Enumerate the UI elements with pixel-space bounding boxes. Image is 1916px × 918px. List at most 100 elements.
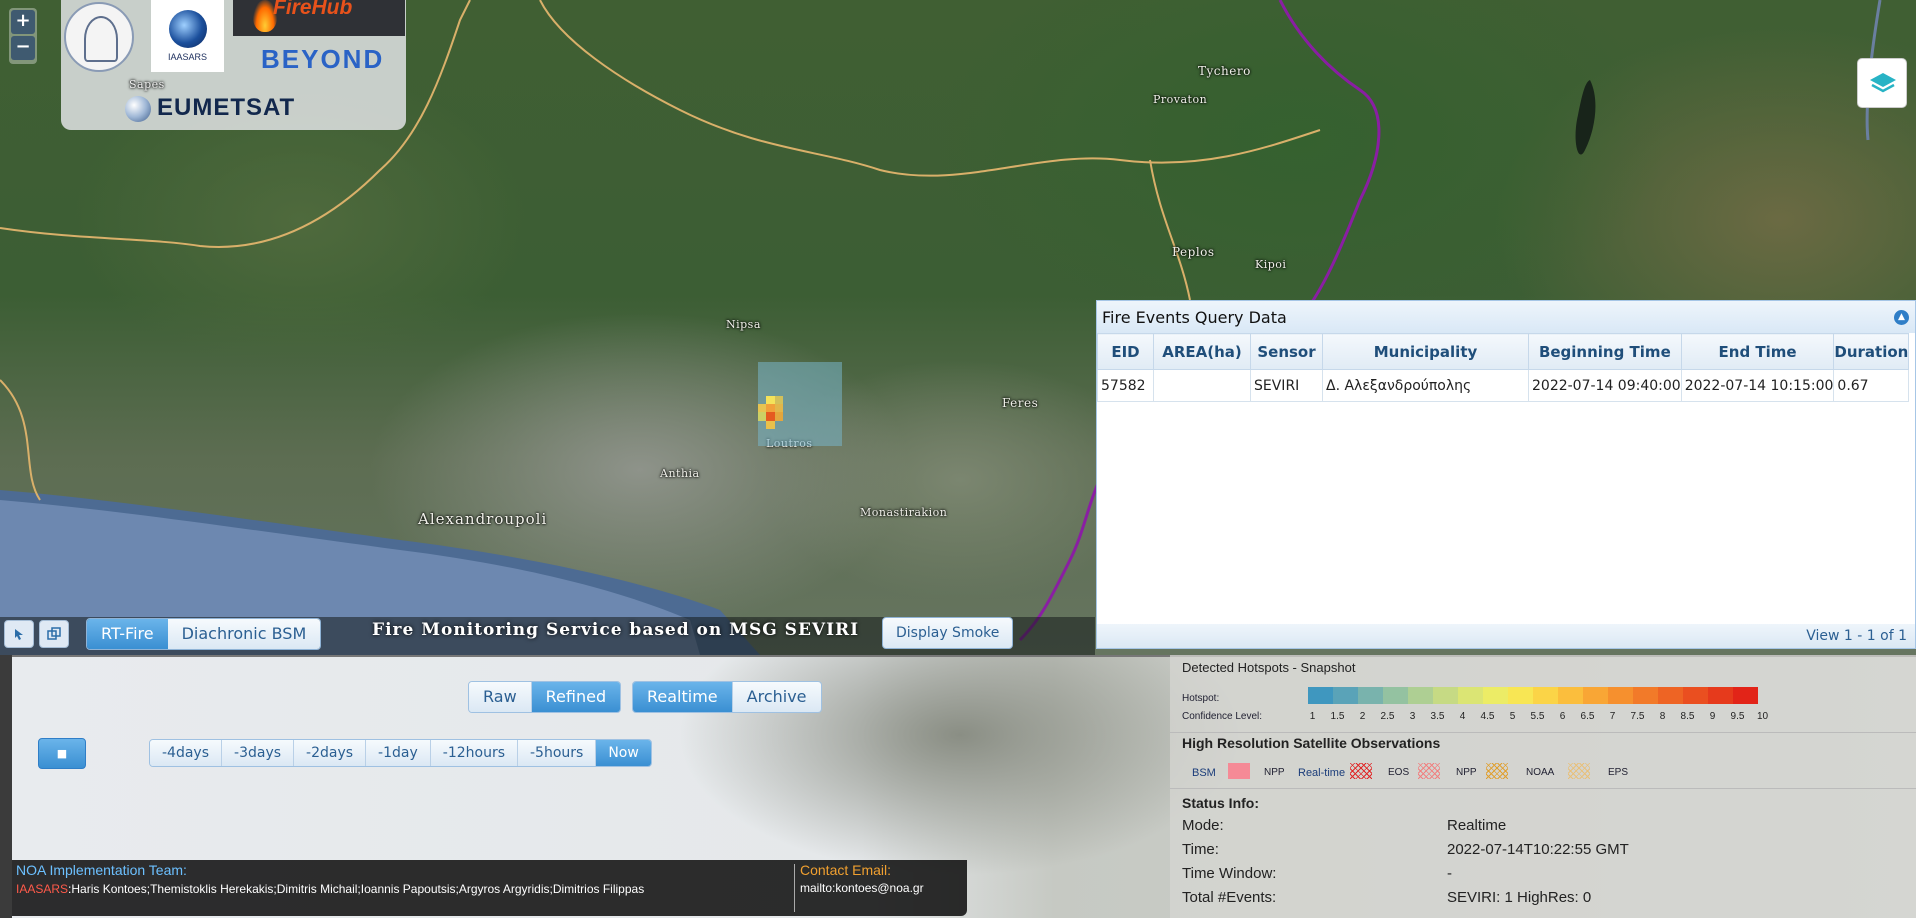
confidence-swatch <box>1733 687 1758 704</box>
confidence-swatch <box>1608 687 1633 704</box>
confidence-value: 10 <box>1756 711 1769 722</box>
confidence-swatch <box>1433 687 1458 704</box>
npp-label: NPP <box>1264 767 1285 778</box>
archive-button[interactable]: Archive <box>732 682 821 712</box>
place-monastirakion: Monastirakion <box>860 506 948 519</box>
table-cell: 57582 <box>1097 369 1154 402</box>
confidence-value: 4.5 <box>1480 711 1495 722</box>
fire-events-table: EID AREA(ha) Sensor Municipality Beginni… <box>1097 333 1910 402</box>
confidence-swatch <box>1308 687 1333 704</box>
realtime-archive-toggle: Realtime Archive <box>632 681 822 713</box>
fire-events-panel: Fire Events Query Data ▲ EID AREA(ha) Se… <box>1096 300 1916 649</box>
legend-panel: Detected Hotspots - Snapshot Hotspot: Co… <box>1170 655 1916 918</box>
fire-events-title: Fire Events Query Data ▲ <box>1097 301 1915 333</box>
noaa-label: NOAA <box>1526 767 1555 778</box>
confidence-swatch <box>1358 687 1383 704</box>
beyond-logo: BEYOND <box>261 44 385 74</box>
window-tool-button[interactable] <box>39 620 69 648</box>
raw-button[interactable]: Raw <box>469 682 532 712</box>
place-feres: Feres <box>1002 396 1039 410</box>
product-toggle: RT-Fire Diachronic BSM <box>86 618 322 650</box>
diachronic-bsm-tab[interactable]: Diachronic BSM <box>167 619 321 649</box>
confidence-swatch <box>1383 687 1408 704</box>
display-smoke-button[interactable]: Display Smoke <box>882 617 1014 649</box>
window-12hours-button[interactable]: -12hours <box>430 740 518 766</box>
status-key: Mode: <box>1182 817 1224 834</box>
eos-label: EOS <box>1388 767 1410 778</box>
refined-button[interactable]: Refined <box>531 682 621 712</box>
confidence-swatch <box>1508 687 1533 704</box>
iaasars-logo: IAASARS <box>151 0 224 72</box>
contact-link[interactable]: mailto:kontoes@noa.gr <box>800 881 924 895</box>
confidence-swatch <box>1583 687 1608 704</box>
confidence-value: 7.5 <box>1630 711 1645 722</box>
status-title: Status Info: <box>1182 795 1259 811</box>
hotspots-title: Detected Hotspots - Snapshot <box>1182 660 1356 675</box>
confidence-value: 3.5 <box>1430 711 1445 722</box>
confidence-scale-values: 1 1.5 2 2.5 3 3.5 4 4.5 5 5.5 6 6.5 7 7.5 8 8.5 9 9.5 10 <box>1300 711 1775 722</box>
table-row[interactable]: 57582 SEVIRI Δ. Αλεξανδρούπολης 2022-07-… <box>1097 369 1910 402</box>
status-key: Time Window: <box>1182 865 1277 882</box>
table-cell: Δ. Αλεξανδρούπολης <box>1322 369 1529 402</box>
status-key: Total #Events: <box>1182 889 1277 906</box>
realtime-label: Real-time <box>1298 767 1346 779</box>
zoom-out-button[interactable]: − <box>11 36 35 60</box>
confidence-swatch <box>1458 687 1483 704</box>
confidence-swatch <box>1533 687 1558 704</box>
noa-logo <box>64 2 134 72</box>
window-4days-button[interactable]: -4days <box>150 740 223 766</box>
contact-label: Contact Email: <box>800 862 892 878</box>
column-header[interactable]: Duration <box>1833 333 1910 370</box>
status-value: SEVIRI: 1 HighRes: 0 <box>1447 889 1592 906</box>
column-header[interactable]: Beginning Time <box>1528 333 1682 370</box>
column-header[interactable]: AREA(ha) <box>1153 333 1251 370</box>
confidence-value: 3 <box>1409 711 1416 722</box>
table-cell <box>1153 369 1251 402</box>
pager-info: View 1 - 1 of 1 <box>1097 624 1915 648</box>
eos-swatch <box>1350 763 1372 779</box>
confidence-value: 9 <box>1709 711 1716 722</box>
credits-box: NOA Implementation Team: IAASARS:Haris K… <box>12 860 967 916</box>
hotspot-label: Hotspot: <box>1182 693 1220 704</box>
stop-button[interactable]: ■ <box>38 738 86 769</box>
place-kipoi: Kipoi <box>1255 258 1287 271</box>
confidence-value: 5.5 <box>1530 711 1545 722</box>
place-anthia: Anthia <box>660 467 700 480</box>
status-key: Time: <box>1182 841 1219 858</box>
column-header[interactable]: EID <box>1097 333 1154 370</box>
confidence-value: 8.5 <box>1680 711 1695 722</box>
column-header[interactable]: Sensor <box>1250 333 1323 370</box>
window-2days-button[interactable]: -2days <box>294 740 367 766</box>
table-cell: SEVIRI <box>1250 369 1323 402</box>
eumetsat-logo: EUMETSAT <box>125 94 295 122</box>
layer-switcher-button[interactable] <box>1857 58 1907 108</box>
place-alexandroupoli: Alexandroupoli <box>418 510 548 528</box>
place-tychero: Tychero <box>1198 64 1251 78</box>
realtime-button[interactable]: Realtime <box>633 682 733 712</box>
window-5hours-button[interactable]: -5hours <box>518 740 597 766</box>
confidence-swatch <box>1408 687 1433 704</box>
eps-swatch <box>1568 763 1590 779</box>
collapse-icon[interactable]: ▲ <box>1894 310 1909 325</box>
eps-label: EPS <box>1608 767 1629 778</box>
confidence-value: 1.5 <box>1330 711 1345 722</box>
confidence-swatch <box>1333 687 1358 704</box>
column-header[interactable]: Municipality <box>1322 333 1529 370</box>
confidence-value: 9.5 <box>1730 711 1745 722</box>
window-3days-button[interactable]: -3days <box>222 740 295 766</box>
cursor-tool-button[interactable] <box>4 620 34 648</box>
window-1day-button[interactable]: -1day <box>366 740 431 766</box>
confidence-value: 2.5 <box>1380 711 1395 722</box>
rt-fire-tab[interactable]: RT-Fire <box>87 619 168 649</box>
service-title: Fire Monitoring Service based on MSG SEV… <box>372 620 860 640</box>
zoom-in-button[interactable]: + <box>11 10 35 34</box>
hotspot-overlay[interactable] <box>758 362 842 446</box>
confidence-swatch <box>1683 687 1708 704</box>
zoom-control: + − <box>9 8 37 64</box>
confidence-value: 6.5 <box>1580 711 1595 722</box>
table-cell: 0.67 <box>1833 369 1910 402</box>
confidence-value: 6 <box>1559 711 1566 722</box>
raw-refined-toggle: Raw Refined <box>468 681 622 713</box>
column-header[interactable]: End Time <box>1680 333 1835 370</box>
window-now-button[interactable]: Now <box>596 740 651 766</box>
